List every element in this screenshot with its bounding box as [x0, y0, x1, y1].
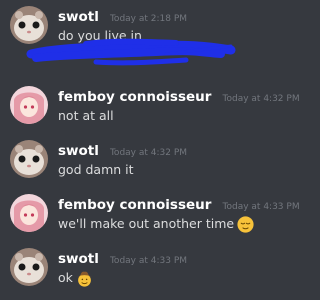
cowboy-face-emoji-icon: [76, 270, 93, 287]
anime-girl-avatar-icon[interactable]: [10, 86, 48, 124]
message-text: god damn it: [58, 162, 134, 177]
redaction-scribble: [26, 34, 236, 70]
username[interactable]: swotl: [58, 143, 99, 159]
timestamp: Today at 2:18 PM: [109, 14, 188, 24]
message-item: femboy connoisseur Today at 4:32 PM not …: [0, 86, 300, 142]
timestamp: Today at 4:32 PM: [109, 148, 188, 158]
hamster-avatar-icon[interactable]: [10, 140, 48, 178]
username[interactable]: swotl: [58, 251, 99, 267]
message-text-body: ok: [58, 270, 73, 285]
chat-messages: swotl Today at 2:18 PM do you live in fe…: [0, 0, 300, 300]
timestamp: Today at 4:33 PM: [222, 202, 300, 212]
timestamp: Today at 4:33 PM: [109, 256, 188, 266]
message-text: ok: [58, 270, 93, 287]
message-item: femboy connoisseur Today at 4:33 PM we'l…: [0, 194, 300, 250]
username[interactable]: swotl: [58, 9, 99, 25]
relieved-face-emoji-icon: [237, 216, 254, 233]
username[interactable]: femboy connoisseur: [58, 197, 211, 213]
timestamp: Today at 4:32 PM: [222, 94, 300, 104]
hamster-avatar-icon[interactable]: [10, 248, 48, 286]
message-text: not at all: [58, 108, 114, 123]
message-item: swotl Today at 4:32 PM god damn it: [0, 140, 300, 196]
username[interactable]: femboy connoisseur: [58, 89, 211, 105]
message-text: we'll make out another time: [58, 216, 254, 233]
anime-girl-avatar-icon[interactable]: [10, 194, 48, 232]
message-item: swotl Today at 4:33 PM ok: [0, 248, 300, 300]
message-text-body: we'll make out another time: [58, 216, 235, 231]
